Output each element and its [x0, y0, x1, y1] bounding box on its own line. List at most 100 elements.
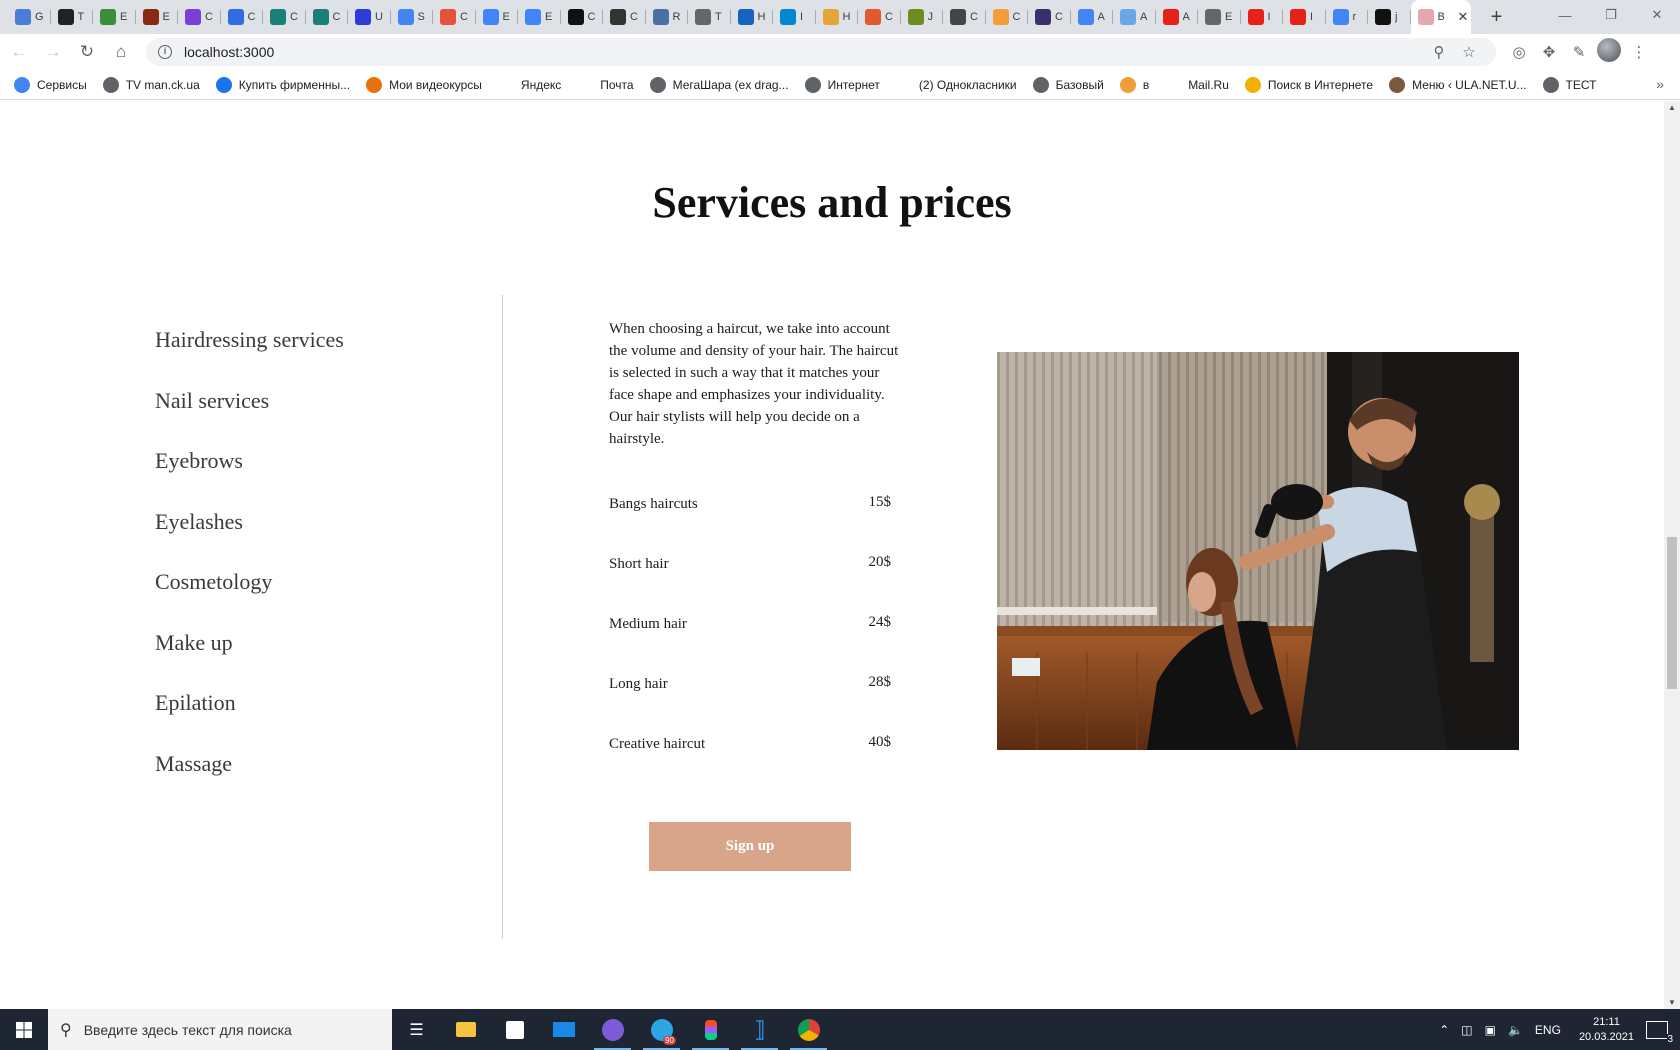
telegram-icon[interactable]: 90: [637, 1009, 686, 1050]
reload-icon[interactable]: ↻: [72, 37, 102, 67]
mail-icon[interactable]: [539, 1009, 588, 1050]
service-category-item[interactable]: Cosmetology: [155, 567, 344, 628]
viber-icon[interactable]: [588, 1009, 637, 1050]
forward-arrow-icon[interactable]: →: [38, 37, 68, 67]
taskbar-search-placeholder[interactable]: Введите здесь текст для поиска: [84, 1022, 292, 1038]
bookmark-item[interactable]: Почта: [577, 76, 634, 93]
service-category-item[interactable]: Hairdressing services: [155, 325, 344, 386]
service-category-item[interactable]: Epilation: [155, 688, 344, 749]
service-category-item[interactable]: Massage: [155, 749, 344, 810]
browser-tab[interactable]: C: [178, 0, 221, 34]
tray-chevron-icon[interactable]: ⌃: [1439, 1023, 1449, 1037]
browser-tab[interactable]: C: [603, 0, 646, 34]
browser-tab[interactable]: I: [1241, 0, 1284, 34]
bookmark-item[interactable]: МегаШара (ex drag...: [649, 76, 789, 93]
language-indicator[interactable]: ENG: [1535, 1023, 1561, 1037]
scrollbar-thumb[interactable]: [1667, 537, 1677, 689]
bookmark-star-icon[interactable]: ☆: [1454, 43, 1484, 61]
browser-tab[interactable]: r: [1326, 0, 1369, 34]
close-tab-icon[interactable]: ✕: [1458, 9, 1469, 25]
browser-tab[interactable]: E: [1198, 0, 1241, 34]
page-scrollbar[interactable]: ▲ ▼: [1664, 101, 1680, 1009]
back-arrow-icon[interactable]: ←: [4, 37, 34, 67]
browser-tab[interactable]: C: [306, 0, 349, 34]
browser-tab[interactable]: J: [901, 0, 944, 34]
notification-center-icon[interactable]: 3: [1646, 1020, 1673, 1045]
browser-tab[interactable]: C: [263, 0, 306, 34]
restore-icon[interactable]: ❐: [1588, 0, 1634, 30]
browser-tab[interactable]: C: [561, 0, 604, 34]
bookmark-item[interactable]: Mail.Ru: [1165, 76, 1229, 93]
bookmarks-overflow-icon[interactable]: »: [1656, 76, 1664, 92]
volume-icon[interactable]: 🔈: [1508, 1023, 1523, 1037]
browser-tab[interactable]: E: [518, 0, 561, 34]
home-icon[interactable]: ⌂: [106, 37, 136, 67]
browser-tab[interactable]: R: [646, 0, 689, 34]
browser-tab[interactable]: C: [221, 0, 264, 34]
bookmark-item[interactable]: Интернет: [804, 76, 880, 93]
browser-tab[interactable]: A: [1071, 0, 1114, 34]
browser-tab[interactable]: S: [391, 0, 434, 34]
vscode-icon[interactable]: ⟧: [735, 1009, 784, 1050]
browser-tab[interactable]: A: [1156, 0, 1199, 34]
chrome-icon[interactable]: [784, 1009, 833, 1050]
windows-start-button[interactable]: [0, 1009, 48, 1050]
bookmark-item[interactable]: Яндекс: [497, 76, 561, 93]
browser-tab[interactable]: E: [476, 0, 519, 34]
bookmark-item[interactable]: Базовый: [1032, 76, 1104, 93]
file-explorer-icon[interactable]: [441, 1009, 490, 1050]
bookmark-item[interactable]: Поиск в Интернете: [1244, 76, 1373, 93]
menu-kebab-icon[interactable]: ⋮: [1624, 43, 1654, 61]
minimize-icon[interactable]: —: [1542, 0, 1588, 30]
browser-tab[interactable]: j: [1368, 0, 1411, 34]
service-category-item[interactable]: Eyelashes: [155, 507, 344, 568]
task-view-icon[interactable]: ☰: [392, 1009, 441, 1050]
bookmark-item[interactable]: Мои видеокурсы: [366, 76, 482, 93]
url-text[interactable]: localhost:3000: [184, 44, 1424, 60]
figma-icon[interactable]: [686, 1009, 735, 1050]
service-category-item[interactable]: Make up: [155, 628, 344, 689]
scroll-down-arrow-icon[interactable]: ▼: [1664, 998, 1680, 1007]
browser-tab[interactable]: H: [731, 0, 774, 34]
browser-tab[interactable]: E: [136, 0, 179, 34]
store-icon[interactable]: [490, 1009, 539, 1050]
browser-tab[interactable]: C: [986, 0, 1029, 34]
browser-tab[interactable]: T: [688, 0, 731, 34]
profile-avatar[interactable]: [1594, 38, 1624, 66]
bookmark-item[interactable]: Купить фирменны...: [215, 76, 350, 93]
bookmark-item[interactable]: ТЕСТ: [1542, 76, 1596, 93]
zoom-icon[interactable]: ⚲: [1424, 43, 1454, 61]
active-browser-tab[interactable]: B ✕: [1410, 0, 1471, 34]
bookmark-item[interactable]: Меню ‹ ULA.NET.U...: [1389, 76, 1527, 93]
site-info-icon[interactable]: i: [158, 45, 172, 59]
bookmark-item[interactable]: (2) Однокласники: [895, 76, 1017, 93]
browser-tab[interactable]: C: [433, 0, 476, 34]
browser-tab[interactable]: T: [51, 0, 94, 34]
globe-extension-icon[interactable]: ◎: [1504, 43, 1534, 61]
browser-tab[interactable]: I: [1283, 0, 1326, 34]
browser-tab[interactable]: G: [8, 0, 51, 34]
address-bar[interactable]: i localhost:3000 ⚲ ☆: [146, 38, 1496, 66]
browser-tab[interactable]: C: [1028, 0, 1071, 34]
tray-app-icon[interactable]: ◫: [1461, 1023, 1472, 1037]
network-icon[interactable]: ▣: [1485, 1023, 1496, 1037]
service-category-item[interactable]: Eyebrows: [155, 446, 344, 507]
bookmark-item[interactable]: в: [1119, 76, 1149, 93]
browser-tab[interactable]: I: [773, 0, 816, 34]
browser-tab[interactable]: C: [858, 0, 901, 34]
service-category-item[interactable]: Nail services: [155, 386, 344, 447]
clock[interactable]: 21:11 20.03.2021: [1579, 1015, 1634, 1045]
browser-tab[interactable]: C: [943, 0, 986, 34]
taskbar-search[interactable]: ⚲ Введите здесь текст для поиска: [48, 1009, 392, 1050]
sign-up-button[interactable]: Sign up: [649, 822, 851, 871]
move-extension-icon[interactable]: ✥: [1534, 43, 1564, 61]
scroll-up-arrow-icon[interactable]: ▲: [1664, 103, 1680, 112]
bookmark-item[interactable]: TV man.ck.ua: [102, 76, 200, 93]
browser-tab[interactable]: H: [816, 0, 859, 34]
bookmark-item[interactable]: Сервисы: [14, 76, 87, 93]
browser-tab[interactable]: E: [93, 0, 136, 34]
close-window-icon[interactable]: ✕: [1634, 0, 1680, 30]
browser-tab[interactable]: U: [348, 0, 391, 34]
new-tab-button[interactable]: +: [1485, 6, 1509, 29]
browser-tab[interactable]: A: [1113, 0, 1156, 34]
